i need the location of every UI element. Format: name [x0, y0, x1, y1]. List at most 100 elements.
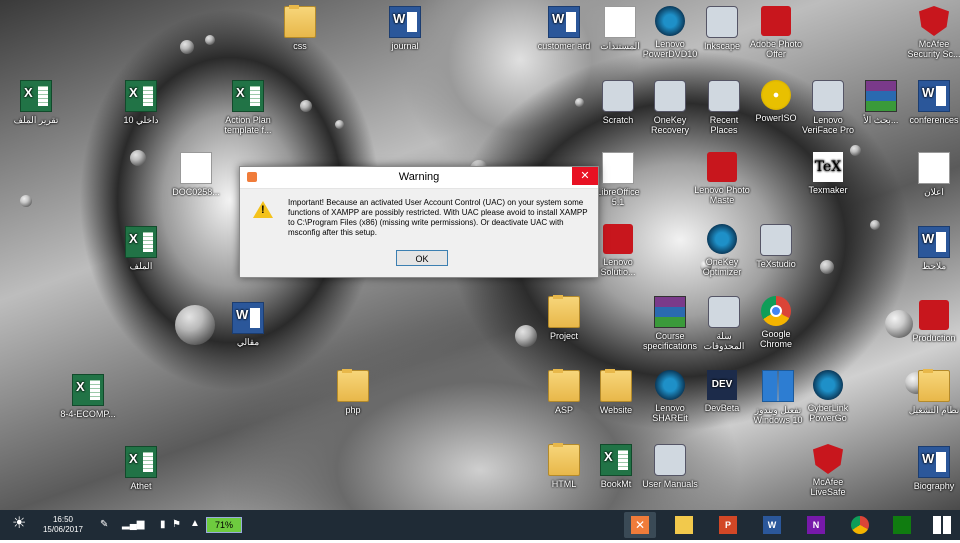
- taskbar-app-xampp[interactable]: ✕: [624, 512, 656, 538]
- desktop-icon-documents-ar[interactable]: المستندات: [592, 6, 648, 51]
- desktop-icon-onekey-optimizer[interactable]: OneKey Optimizer: [694, 224, 750, 277]
- desktop-icon-texstudio[interactable]: TeXstudio: [748, 224, 804, 269]
- excel-sheet-icon: [72, 374, 104, 406]
- desktop-icon-inkscape[interactable]: Inkscape: [694, 6, 750, 51]
- desktop-icon-ecomp[interactable]: 8-4-ECOMP...: [60, 374, 116, 419]
- desktop-icon-shareit[interactable]: Lenovo SHAREit: [642, 370, 698, 423]
- desktop-icon-texmaker[interactable]: TeX Texmaker: [800, 152, 856, 195]
- recent-places-icon: [708, 80, 740, 112]
- desktop-icon-athet[interactable]: Athet: [113, 446, 169, 491]
- desktop-icon-devbeta[interactable]: DEV DevBeta: [694, 370, 750, 413]
- start-button[interactable]: [926, 512, 958, 538]
- desktop-icon-photo-master[interactable]: Lenovo Photo Maste: [694, 152, 750, 205]
- inkscape-icon: [706, 6, 738, 38]
- word-document-icon: [918, 446, 950, 478]
- powerpoint-icon: [919, 300, 949, 330]
- desktop-icon-recent-places[interactable]: Recent Places: [696, 80, 752, 135]
- folder-icon: [675, 516, 693, 534]
- desktop-icon-course-specifications[interactable]: Course specifications: [642, 296, 698, 351]
- lenovo-solution-icon: [603, 224, 633, 254]
- desktop-icon-conferences[interactable]: conferences: [906, 80, 960, 125]
- flag-icon[interactable]: ⚑: [172, 519, 181, 543]
- desktop-icon-doc0258[interactable]: DOC0258...: [168, 152, 224, 197]
- desktop-icon-veriface[interactable]: Lenovo VeriFace Pro: [800, 80, 856, 135]
- word-icon: W: [763, 516, 781, 534]
- battery-icon[interactable]: ▮: [160, 519, 166, 543]
- xampp-icon: ✕: [631, 516, 649, 534]
- desktop-icon-research-rar[interactable]: بحث الأ...: [853, 80, 909, 125]
- desktop-icon-powerdvd[interactable]: Lenovo PowerDVD10: [642, 6, 698, 59]
- close-button[interactable]: ✕: [572, 167, 598, 185]
- clock[interactable]: 16:50 15/06/2017: [40, 515, 86, 539]
- shareit-icon: [655, 370, 685, 400]
- taskbar-app-onenote[interactable]: N: [800, 512, 832, 538]
- desktop-icon-onekey-recovery[interactable]: OneKey Recovery: [642, 80, 698, 135]
- onenote-icon: N: [807, 516, 825, 534]
- desktop-icon-html[interactable]: HTML: [536, 443, 592, 489]
- pen-icon[interactable]: ✎: [100, 519, 108, 543]
- taskbar: 16:50 15/06/2017 ✎ ▂▄▆ ▮ ⚑ ▲ 71% ✕ P W N: [0, 510, 960, 540]
- dialog-titlebar[interactable]: Warning ✕: [240, 167, 598, 189]
- desktop-icon-customer-ard[interactable]: customer ard: [536, 6, 592, 51]
- network-icon[interactable]: ▂▄▆: [122, 519, 144, 543]
- taskbar-app-file-explorer[interactable]: [668, 512, 700, 538]
- desktop-icon-bookmt[interactable]: BookMt: [588, 444, 644, 489]
- desktop-icon-journal[interactable]: journal: [377, 6, 433, 51]
- ok-button[interactable]: OK: [396, 250, 448, 266]
- desktop-icon-os-folder[interactable]: نظام التشغيل: [906, 369, 960, 415]
- winrar-archive-icon: [865, 80, 897, 112]
- word-document-icon: [232, 302, 264, 334]
- desktop-icon-google-chrome[interactable]: Google Chrome: [748, 296, 804, 349]
- desktop-icon-poweriso[interactable]: PowerISO: [748, 80, 804, 123]
- warning-dialog: Warning ✕ Important! Because an activate…: [239, 166, 599, 278]
- taskbar-app-word[interactable]: W: [756, 512, 788, 538]
- desktop-icon-windows-10[interactable]: تفعيل ويندوز Windows 10: [750, 370, 806, 425]
- desktop-icon-recycle-bin[interactable]: سلة المحذوفات: [696, 296, 752, 351]
- battery-percent[interactable]: 71%: [206, 517, 242, 533]
- taskbar-app-powerpoint[interactable]: P: [712, 512, 744, 538]
- desktop-icon-php[interactable]: php: [325, 369, 381, 415]
- excel-sheet-icon: [125, 226, 157, 258]
- excel-sheet-icon: [600, 444, 632, 476]
- desktop-icon-announcement[interactable]: اعلان: [906, 152, 960, 197]
- desktop-icon-powergo[interactable]: CyberLink PowerGo: [800, 370, 856, 423]
- desktop-icon-file-ar[interactable]: الملف: [113, 226, 169, 271]
- desktop-icon-mcafee-security-scan[interactable]: McAfee Security Sc...: [906, 6, 960, 59]
- desktop-icon-production[interactable]: Production: [906, 300, 960, 343]
- taskbar-app-store[interactable]: [886, 512, 918, 538]
- desktop-icon-report-file[interactable]: تقرير الملف: [8, 80, 64, 125]
- mcafee-shield-icon: [813, 444, 843, 474]
- adobe-icon: [761, 6, 791, 36]
- desktop-icon-adobe-photo-offer[interactable]: Adobe Photo Offer: [748, 6, 804, 59]
- folder-icon: [548, 369, 580, 402]
- windows-logo-icon: [933, 516, 951, 534]
- photo-master-icon: [707, 152, 737, 182]
- powerpoint-icon: P: [719, 516, 737, 534]
- desktop-icon-project[interactable]: Project: [536, 295, 592, 341]
- tray-chevron-icon[interactable]: ▲: [190, 518, 200, 542]
- desktop-icon-mcafee-livesafe[interactable]: McAfee LiveSafe: [800, 444, 856, 497]
- desktop-icon-scratch[interactable]: Scratch: [590, 80, 646, 125]
- desktop-icon-biography[interactable]: Biography: [906, 446, 960, 491]
- folder-icon: [337, 369, 369, 402]
- document-icon: [918, 152, 950, 184]
- desktop-icon-user-manuals[interactable]: User Manuals: [642, 444, 698, 489]
- desktop-icon-asp[interactable]: ASP: [536, 369, 592, 415]
- word-document-icon: [389, 6, 421, 38]
- folder-icon: [600, 369, 632, 402]
- libreoffice-icon: [602, 152, 634, 184]
- chrome-icon: [761, 296, 791, 326]
- desktop-icon-website[interactable]: Website: [588, 369, 644, 415]
- mcafee-shield-icon: [919, 6, 949, 36]
- clock-date: 15/06/2017: [42, 525, 84, 534]
- powergo-icon: [813, 370, 843, 400]
- desktop-icon-internal-10[interactable]: داخلي 10: [113, 80, 169, 125]
- windows-logo-icon: [762, 370, 794, 402]
- brightness-icon[interactable]: [12, 513, 32, 537]
- scratch-cat-icon: [602, 80, 634, 112]
- desktop-icon-my-article[interactable]: مقالي: [220, 302, 276, 347]
- desktop-icon-note[interactable]: ملاحظ: [906, 226, 960, 271]
- desktop-icon-action-plan[interactable]: Action Plan template f...: [220, 80, 276, 135]
- desktop-icon-css[interactable]: css: [272, 5, 328, 51]
- taskbar-app-chrome[interactable]: [844, 512, 876, 538]
